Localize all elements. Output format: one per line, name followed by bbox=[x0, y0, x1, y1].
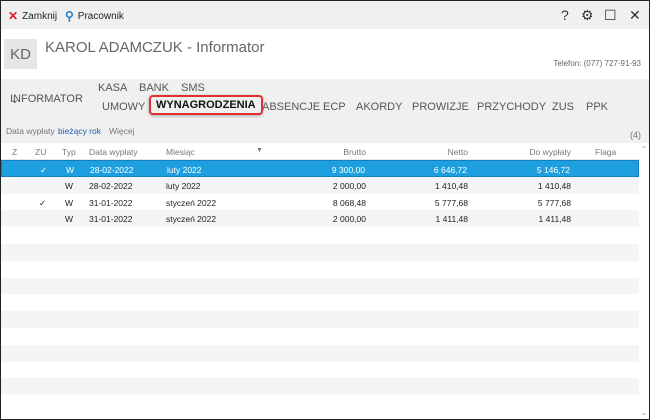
table-row[interactable]: ✓ W 31-01-2022 styczeń 2022 8 068,48 5 777,68… bbox=[1, 194, 639, 211]
empty-row bbox=[1, 362, 639, 379]
table-row[interactable]: ✓ W 28-02-2022 luty 2022 9 300,00 6 646,72 5 1… bbox=[1, 160, 639, 177]
close-x-icon: ✕ bbox=[8, 9, 19, 23]
header: KD KAROL ADAMCZUK - Informator Telefon: … bbox=[1, 29, 649, 79]
cell-brutto: 9 300,00 bbox=[331, 165, 365, 175]
empty-row bbox=[1, 243, 639, 261]
tab-ppk[interactable]: PPK bbox=[586, 101, 608, 113]
cell-brutto: 2 000,00 bbox=[332, 180, 366, 191]
empty-row bbox=[1, 277, 639, 295]
close-label: Zamknij bbox=[22, 10, 58, 22]
more-link[interactable]: Więcej bbox=[109, 126, 135, 136]
col-do-wyplaty[interactable]: Do wypłaty bbox=[529, 147, 571, 157]
cell-zu: ✓ bbox=[39, 197, 47, 208]
col-flaga[interactable]: Flaga bbox=[595, 147, 616, 157]
cell-brutto: 8 068,48 bbox=[332, 197, 366, 208]
scroll-up-icon[interactable]: ⌃ bbox=[639, 145, 649, 154]
tab-bank[interactable]: BANK bbox=[139, 82, 169, 94]
employee-button[interactable]: ⚲ Pracownik bbox=[65, 9, 124, 23]
scrollbar[interactable]: ⌃ ⌄ bbox=[639, 143, 649, 419]
cell-date: 31-01-2022 bbox=[89, 214, 133, 225]
help-icon[interactable]: ? bbox=[561, 7, 569, 23]
sort-arrow-icon[interactable]: ▼ bbox=[256, 147, 263, 154]
tab-kasa[interactable]: KASA bbox=[98, 82, 127, 94]
cell-typ: W bbox=[66, 165, 75, 175]
col-netto[interactable]: Netto bbox=[448, 147, 468, 157]
table-header: Z ZU Typ Data wypłaty Miesiąc ▼ Brutto N… bbox=[1, 143, 639, 160]
empty-row bbox=[1, 311, 639, 328]
cell-typ: W bbox=[65, 180, 74, 191]
empty-row bbox=[1, 328, 639, 345]
employee-label: Pracownik bbox=[77, 10, 124, 22]
toolbar: ✕ Zamknij ⚲ Pracownik ? ⚙ ☐ ✕ bbox=[1, 1, 649, 29]
table-body: ✓ W 28-02-2022 luty 2022 9 300,00 6 646,72 5 1… bbox=[1, 160, 639, 396]
table-row[interactable]: W 31-01-2022 styczeń 2022 2 000,00 1 411,48 1… bbox=[1, 210, 639, 228]
col-typ[interactable]: Typ bbox=[62, 147, 76, 157]
tab-wynagrodzenia[interactable]: WYNAGRODZENIA bbox=[149, 95, 263, 115]
col-miesiac[interactable]: Miesiąc bbox=[166, 147, 195, 157]
maximize-icon[interactable]: ☐ bbox=[604, 7, 617, 24]
cell-netto: 1 411,48 bbox=[435, 214, 468, 225]
cell-month: luty 2022 bbox=[167, 165, 202, 175]
tab-akordy[interactable]: AKORDY bbox=[356, 101, 402, 113]
col-brutto[interactable]: Brutto bbox=[343, 147, 366, 157]
cell-date: 28-02-2022 bbox=[90, 165, 134, 175]
close-window-icon[interactable]: ✕ bbox=[629, 7, 641, 24]
filter-bar: Data wypłaty bieżący rok Więcej (4) bbox=[1, 123, 649, 143]
filter-label: Data wypłaty bbox=[6, 126, 55, 136]
scroll-down-icon[interactable]: ⌄ bbox=[639, 408, 649, 417]
avatar: KD bbox=[4, 39, 37, 69]
search-icon: ⚲ bbox=[65, 9, 74, 23]
tab-ecp[interactable]: ECP bbox=[323, 101, 346, 113]
cell-netto: 5 777,68 bbox=[434, 197, 468, 208]
tab-sms[interactable]: SMS bbox=[181, 82, 205, 94]
tab-zus[interactable]: ZUS bbox=[552, 101, 574, 113]
cell-month: luty 2022 bbox=[166, 180, 201, 191]
cell-typ: W bbox=[65, 197, 74, 208]
filter-date-link[interactable]: bieżący rok bbox=[58, 126, 101, 136]
cell-month: styczeń 2022 bbox=[166, 197, 217, 208]
empty-row bbox=[1, 261, 639, 278]
cell-typ: W bbox=[65, 214, 74, 225]
empty-row bbox=[1, 294, 639, 311]
cell-date: 28-02-2022 bbox=[89, 180, 133, 191]
empty-row bbox=[1, 344, 639, 362]
col-data-wyplaty[interactable]: Data wypłaty bbox=[89, 147, 138, 157]
cell-dowyplaty: 1 410,48 bbox=[537, 180, 571, 191]
cell-brutto: 2 000,00 bbox=[332, 214, 366, 225]
cell-dowyplaty: 1 411,48 bbox=[538, 214, 571, 225]
tab-absencje[interactable]: ABSENCJE bbox=[262, 101, 320, 113]
close-button[interactable]: ✕ Zamknij bbox=[8, 9, 57, 23]
cell-date: 31-01-2022 bbox=[89, 197, 133, 208]
col-zu[interactable]: ZU bbox=[35, 147, 46, 157]
tab-umowy[interactable]: UMOWY bbox=[102, 101, 145, 113]
empty-row bbox=[1, 227, 639, 244]
cell-netto: 1 410,48 bbox=[434, 180, 468, 191]
tab-prowizje[interactable]: PROWIZJE bbox=[412, 101, 469, 113]
table-row[interactable]: W 28-02-2022 luty 2022 2 000,00 1 410,48 1 41… bbox=[1, 176, 639, 194]
informator-label: INFORMATOR bbox=[10, 93, 83, 105]
col-z[interactable]: Z bbox=[12, 147, 17, 157]
cell-netto: 6 646,72 bbox=[433, 165, 467, 175]
chevron-down-icon: ⌄ bbox=[10, 94, 20, 106]
gear-icon[interactable]: ⚙ bbox=[581, 7, 594, 24]
cell-dowyplaty: 5 777,68 bbox=[537, 197, 571, 208]
cell-zu: ✓ bbox=[40, 165, 48, 175]
phone-info: Telefon: (077) 727-91-93 bbox=[553, 59, 641, 68]
page-title: KAROL ADAMCZUK - Informator bbox=[45, 39, 265, 56]
empty-row bbox=[1, 378, 639, 396]
tab-przychody[interactable]: PRZYCHODY bbox=[477, 101, 546, 113]
cell-month: styczeń 2022 bbox=[166, 214, 217, 225]
cell-dowyplaty: 5 146,72 bbox=[536, 165, 570, 175]
informator-window: ✕ Zamknij ⚲ Pracownik ? ⚙ ☐ ✕ KD KAROL A… bbox=[0, 0, 650, 420]
nav-bar: INFORMATOR ⌄ KASA BANK SMS UMOWY WYNAGRO… bbox=[1, 79, 649, 123]
record-count: (4) bbox=[630, 130, 641, 140]
